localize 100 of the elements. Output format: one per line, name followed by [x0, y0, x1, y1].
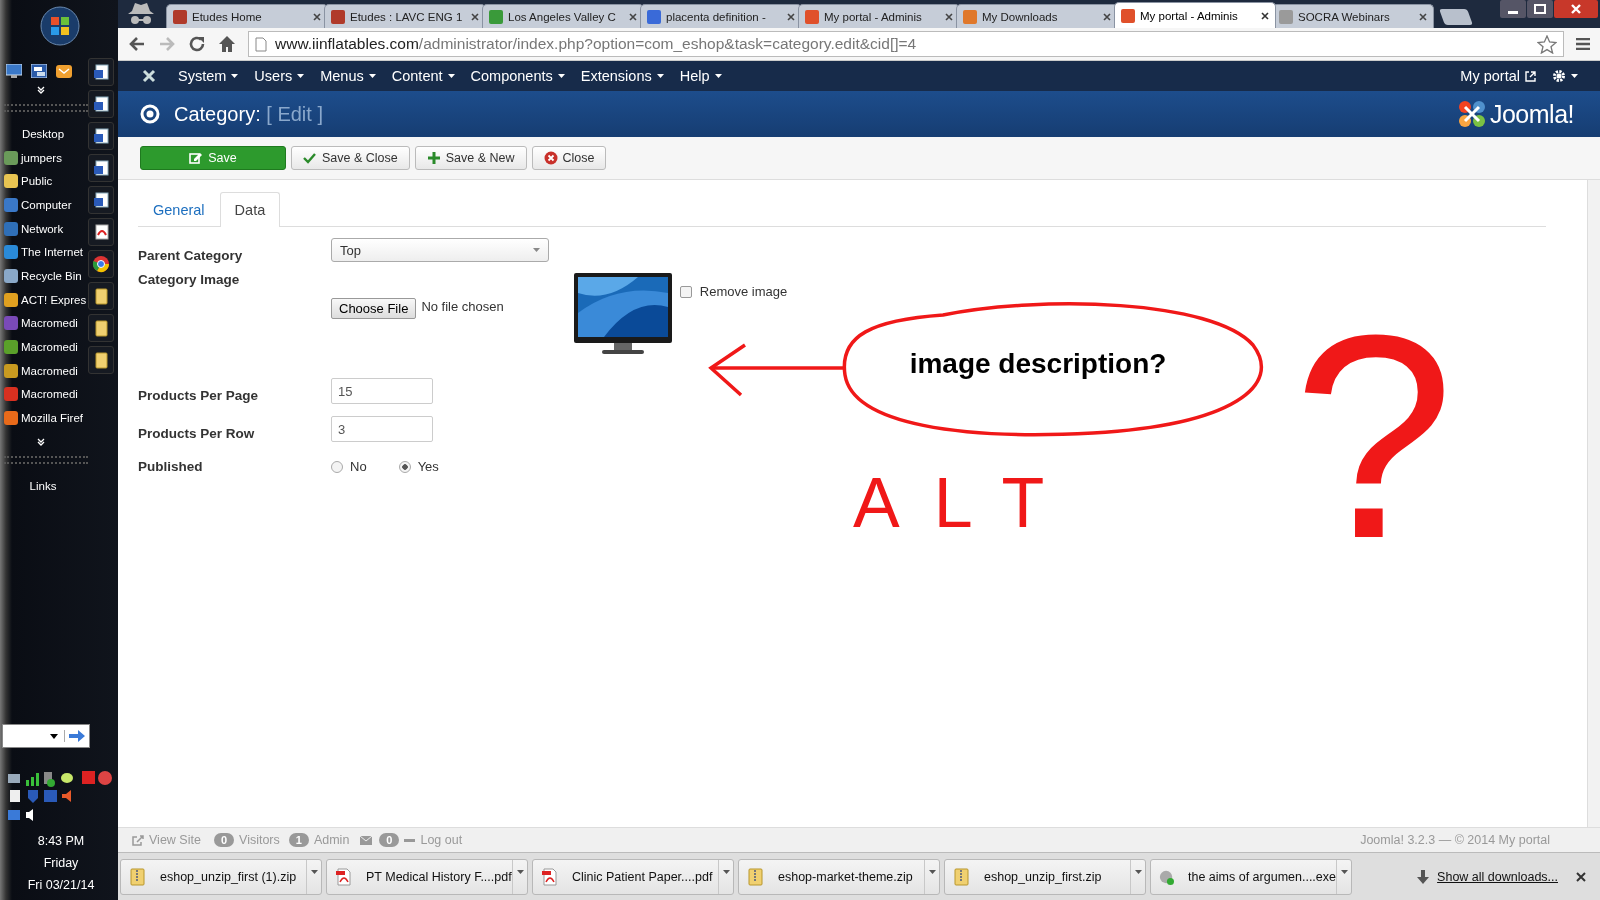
products-per-page-field[interactable]: 15: [331, 378, 433, 404]
close-icon[interactable]: [629, 12, 637, 21]
reload-icon[interactable]: [188, 35, 206, 53]
taskbar-button[interactable]: [88, 186, 114, 214]
sidebar-item[interactable]: ACT! Expres: [4, 287, 88, 312]
sidebar-item[interactable]: Macromedi: [4, 311, 88, 336]
caret-icon[interactable]: [722, 869, 730, 874]
sidebar-item[interactable]: Macromedi: [4, 335, 88, 359]
new-tab-button[interactable]: [1439, 9, 1473, 25]
close-icon[interactable]: [313, 12, 321, 21]
sidebar-item[interactable]: Computer: [4, 193, 88, 217]
close-icon[interactable]: [945, 12, 953, 21]
windows-icon[interactable]: [31, 64, 47, 78]
document-icon: [92, 63, 110, 81]
remove-image-checkbox[interactable]: [679, 285, 692, 298]
taskbar-button[interactable]: [88, 218, 114, 246]
minimize-icon[interactable]: [1500, 0, 1526, 18]
checkbox-label[interactable]: Remove image: [699, 284, 788, 299]
radio-label[interactable]: No: [350, 459, 367, 474]
download-item[interactable]: eshop_unzip_first.zip: [944, 858, 1146, 895]
share-icon: [132, 834, 144, 846]
close-icon[interactable]: [1261, 11, 1269, 20]
sidebar-item[interactable]: Macromedi: [4, 382, 88, 407]
caret-icon[interactable]: [1134, 869, 1142, 874]
monitor-icon[interactable]: [6, 64, 22, 78]
menu-item[interactable]: Users: [246, 68, 313, 84]
clock-date: Fri 03/21/14: [26, 877, 96, 894]
count-badge: 0: [379, 833, 400, 847]
caret-icon: [447, 74, 455, 78]
chevron-icon[interactable]: [37, 437, 45, 446]
field-label: Products Per Row: [138, 425, 256, 443]
pdf-file-icon: [541, 867, 558, 886]
close-button[interactable]: Close: [531, 146, 607, 170]
download-item[interactable]: PT Medical History F....pdf: [326, 858, 528, 895]
sidebar-item[interactable]: Recycle Bin: [4, 264, 88, 288]
radio-label[interactable]: Yes: [417, 459, 439, 474]
download-item[interactable]: eshop_unzip_first (1).zip: [120, 858, 322, 895]
taskbar-button[interactable]: [88, 154, 114, 182]
scrollbar[interactable]: [1587, 180, 1600, 827]
show-all-downloads-link[interactable]: Show all downloads...: [1417, 869, 1558, 884]
menu-item[interactable]: Components: [462, 68, 573, 84]
taskbar-button[interactable]: [88, 282, 114, 310]
start-button-icon[interactable]: [40, 6, 80, 46]
tab[interactable]: General: [138, 192, 220, 227]
close-icon[interactable]: [1576, 871, 1586, 882]
radio-button[interactable]: [331, 460, 343, 473]
choose-file-button[interactable]: Choose File: [331, 298, 417, 319]
close-icon[interactable]: [471, 12, 479, 21]
user-menu[interactable]: My portal: [1452, 68, 1544, 84]
taskbar-button[interactable]: [88, 250, 114, 278]
caret-icon[interactable]: [516, 869, 524, 874]
taskbar-button[interactable]: [88, 314, 114, 342]
close-icon: [543, 151, 558, 165]
document-icon: [92, 159, 110, 177]
sidebar-item[interactable]: The Internet: [4, 240, 88, 265]
download-item[interactable]: Clinic Patient Paper....pdf: [532, 858, 734, 895]
save-button[interactable]: Save: [140, 146, 286, 170]
sidebar-item[interactable]: Macromedi: [4, 358, 88, 383]
tab[interactable]: Data: [219, 192, 281, 227]
download-item[interactable]: the aims of argumen....exe: [1150, 858, 1352, 895]
sidebar-item[interactable]: Links: [4, 473, 88, 498]
star-icon[interactable]: [1537, 34, 1557, 54]
sidebar-item[interactable]: Network: [4, 216, 88, 241]
sidebar-item[interactable]: Mozilla Firef: [4, 406, 88, 430]
clock-time[interactable]: 8:43 PM: [4, 830, 118, 852]
save-button[interactable]: Save & Close: [291, 146, 410, 170]
download-item[interactable]: eshop-market-theme.zip: [738, 858, 940, 895]
products-per-row-field[interactable]: 3: [331, 416, 433, 442]
restore-icon[interactable]: [1527, 0, 1553, 18]
caret-icon: [557, 74, 565, 78]
menu-item[interactable]: System: [170, 68, 247, 84]
radio-button[interactable]: [398, 460, 411, 473]
close-icon[interactable]: [1419, 12, 1427, 21]
caret-icon[interactable]: [928, 869, 936, 874]
taskbar-button[interactable]: [88, 122, 114, 150]
caret-icon[interactable]: [310, 869, 318, 874]
save-new-button[interactable]: Save & New: [414, 146, 527, 170]
menu-item[interactable]: Help: [671, 68, 730, 84]
browser-tab[interactable]: My portal - Adminis: [1114, 2, 1276, 28]
taskbar-button[interactable]: [88, 58, 114, 86]
page-icon: [255, 36, 267, 52]
home-icon[interactable]: [218, 35, 236, 53]
menu-item[interactable]: Content: [383, 68, 463, 84]
sidebar-item[interactable]: Public: [4, 169, 88, 194]
sidebar-item[interactable]: jumpers: [4, 145, 88, 170]
menu-item[interactable]: Menus: [312, 68, 384, 84]
menu-item[interactable]: Extensions: [572, 68, 672, 84]
chevron-icon[interactable]: [37, 86, 45, 94]
sidebar-item[interactable]: Desktop: [4, 122, 88, 146]
menu-icon[interactable]: [1576, 38, 1590, 50]
envelope-icon[interactable]: [56, 64, 72, 78]
close-icon[interactable]: [787, 12, 795, 21]
taskbar-button[interactable]: [88, 90, 114, 118]
back-icon[interactable]: [128, 36, 146, 52]
address-field[interactable]: www.iinflatables.com/administrator/index.php?option=com_eshop&task=category.edit&cid[]=4: [248, 31, 1564, 57]
folder-icon: [92, 351, 110, 369]
close-icon[interactable]: [1103, 12, 1111, 21]
parent-category-dropdown[interactable]: Top: [331, 238, 549, 262]
caret-icon[interactable]: [1340, 869, 1348, 874]
taskbar-button[interactable]: [88, 346, 114, 374]
